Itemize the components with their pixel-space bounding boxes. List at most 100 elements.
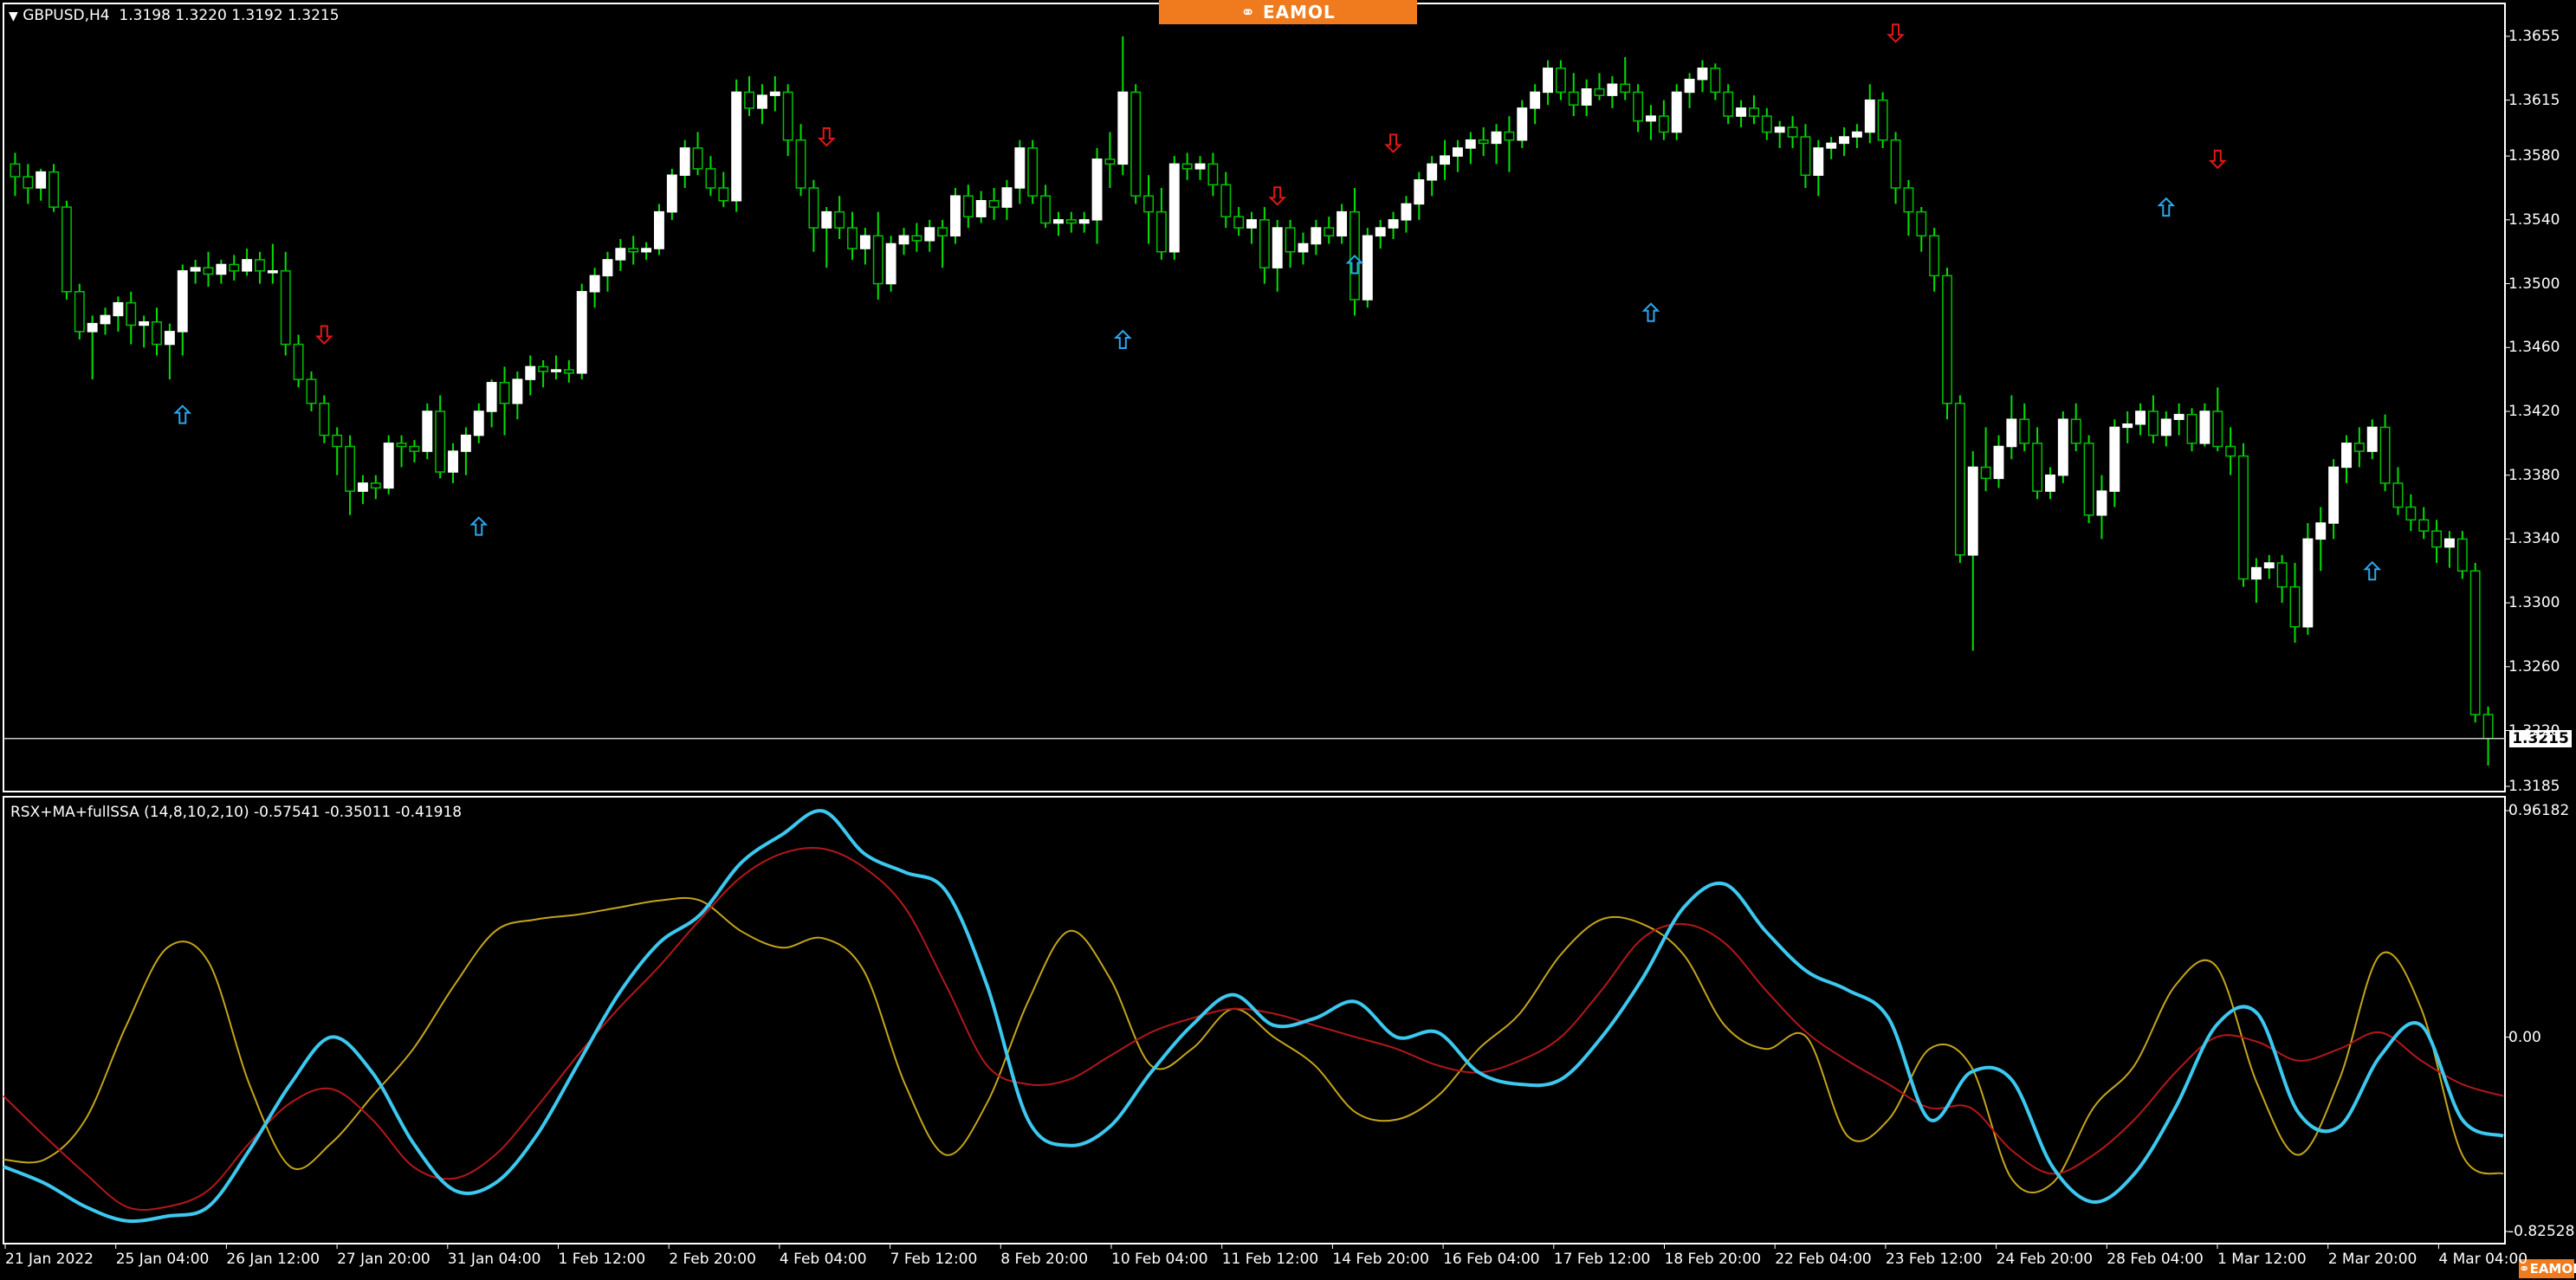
candle-body (2160, 418, 2171, 436)
candle-body (1748, 107, 1759, 117)
candle (1697, 60, 1708, 93)
candle (1543, 60, 1553, 106)
candle (2160, 411, 2171, 447)
candle (1993, 435, 2004, 488)
candle (641, 242, 652, 260)
indicator-axis-label: -0.82528 (2508, 1223, 2575, 1240)
candle (216, 259, 227, 284)
candle-body (1440, 155, 1451, 165)
candle (2045, 467, 2055, 500)
candle-body (1104, 158, 1116, 165)
candle (357, 475, 368, 504)
down-arrow-icon (314, 325, 333, 345)
candle-body (177, 270, 188, 333)
candle (126, 291, 137, 345)
candle (422, 403, 433, 460)
candle (293, 334, 304, 388)
candle-body (1001, 187, 1013, 208)
candle (2032, 427, 2043, 500)
candle (203, 251, 214, 288)
candle-body (962, 195, 974, 217)
candle (1980, 427, 1991, 492)
candle-body (924, 227, 935, 242)
candle-body (988, 199, 1000, 208)
candle-body (152, 321, 162, 346)
candle-body (1980, 466, 1991, 480)
candle (1040, 184, 1052, 229)
time-axis-label: 4 Mar 04:00 (2438, 1251, 2528, 1268)
candle (242, 249, 253, 276)
price-axis-label: 1.3220 (2508, 721, 2560, 740)
candle (460, 427, 471, 475)
candle (61, 200, 72, 300)
candle (808, 179, 819, 252)
candle (2392, 467, 2404, 515)
time-axis-label: 24 Feb 20:00 (1996, 1251, 2094, 1268)
candle-body (615, 248, 626, 261)
candle-body (872, 235, 883, 285)
time-axis-label: 25 Jan 04:00 (115, 1251, 210, 1268)
candle-body (576, 291, 587, 374)
candle-body (937, 227, 948, 237)
chart-area[interactable] (0, 0, 2576, 1280)
candle-body (1259, 219, 1270, 268)
price-axis-label: 1.3460 (2508, 339, 2560, 357)
price-axis-label: 1.3300 (2508, 594, 2560, 612)
candle (2456, 531, 2468, 579)
candle-body (705, 168, 716, 189)
candle (1684, 73, 1695, 108)
candle-body (2212, 411, 2223, 448)
candle-body (100, 314, 111, 325)
candle-body (1826, 142, 1837, 149)
candle-body (679, 147, 690, 177)
candle-body (1027, 147, 1039, 197)
candle (229, 255, 240, 281)
candle-body (1607, 83, 1618, 96)
candle (1607, 76, 1618, 108)
up-arrow-icon (1113, 329, 1132, 350)
candle-body (2096, 490, 2107, 516)
candle-body (1555, 68, 1566, 94)
candle-body (2276, 562, 2288, 588)
candle (2315, 507, 2327, 572)
time-axis-label: 31 Jan 04:00 (447, 1251, 541, 1268)
time-axis-label: 26 Jan 12:00 (226, 1251, 320, 1268)
candle-body (10, 163, 21, 178)
candle (1929, 228, 1940, 292)
candle-body (975, 199, 987, 217)
candle-body (357, 482, 368, 492)
candle (113, 296, 124, 332)
candle-body (370, 482, 381, 489)
candle (1259, 207, 1270, 284)
candle-body (718, 187, 729, 202)
candle (499, 366, 510, 436)
candle-body (1478, 139, 1489, 145)
candle-body (2418, 519, 2430, 532)
candle (2212, 387, 2223, 452)
candle (1233, 207, 1245, 236)
candle-body (2289, 585, 2301, 628)
candle-body (1942, 275, 1952, 404)
candle (1027, 139, 1039, 204)
candle-body (2006, 418, 2017, 448)
candle (2122, 411, 2133, 443)
price-axis-label: 1.3500 (2508, 275, 2560, 293)
candle (898, 228, 909, 255)
candle (1246, 211, 1257, 244)
candle (87, 315, 98, 380)
up-arrow-icon (1641, 302, 1660, 322)
candle (1568, 73, 1579, 117)
candle-body (1272, 227, 1283, 268)
price-axis-label: 1.3580 (2508, 147, 2560, 165)
price-axis-label: 1.3615 (2508, 91, 2560, 109)
price-axis-label: 1.3185 (2508, 778, 2560, 795)
candle (731, 79, 742, 212)
time-axis-label: 11 Feb 12:00 (1221, 1251, 1319, 1268)
candle (782, 84, 793, 157)
candle-body (628, 248, 639, 253)
triangle-down-icon[interactable]: ▼ (9, 10, 18, 23)
candle (1890, 132, 1901, 204)
candle (795, 124, 806, 197)
candle (2276, 554, 2288, 604)
candle (2302, 522, 2314, 635)
